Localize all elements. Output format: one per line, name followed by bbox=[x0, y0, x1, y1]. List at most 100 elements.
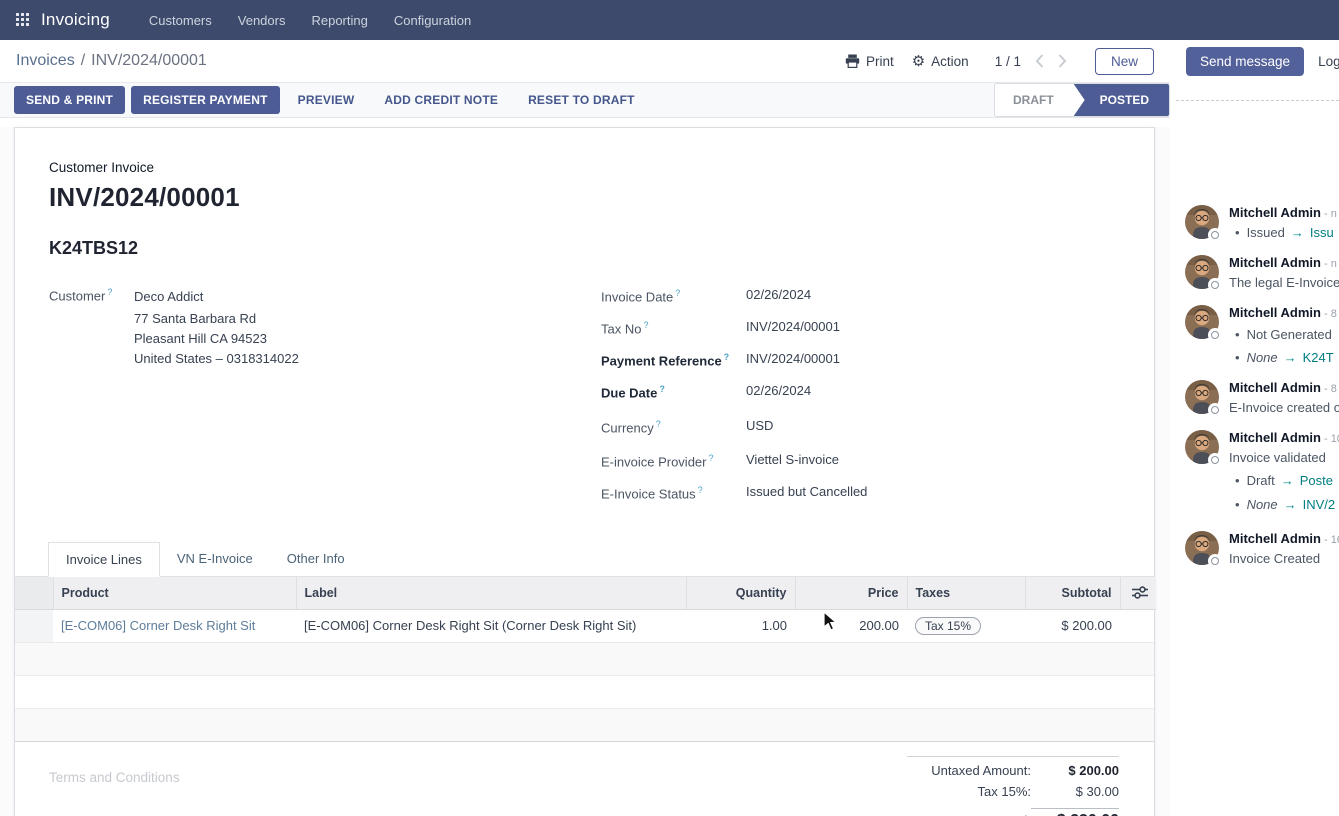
arrow-right-icon: → bbox=[1281, 473, 1294, 488]
line-price-cell[interactable]: 200.00 bbox=[795, 609, 907, 642]
tax-no-field[interactable]: INV/2024/00001 bbox=[746, 319, 840, 334]
invoice-form-sheet: Customer Invoice INV/2024/00001 K24TBS12… bbox=[14, 127, 1155, 816]
apps-grid-icon[interactable] bbox=[16, 13, 31, 28]
customer-name-link[interactable]: Deco Addict bbox=[134, 287, 299, 307]
action-label: Action bbox=[931, 54, 969, 69]
message-author[interactable]: Mitchell Admin bbox=[1229, 255, 1321, 270]
log-note-button[interactable]: Log note bbox=[1318, 54, 1339, 69]
message-author[interactable]: Mitchell Admin bbox=[1229, 380, 1321, 395]
pager-previous-button[interactable] bbox=[1035, 54, 1044, 68]
pager-count: 1 / 1 bbox=[995, 54, 1021, 69]
pager-next-button[interactable] bbox=[1058, 54, 1067, 68]
breadcrumb-current: INV/2024/00001 bbox=[91, 52, 207, 70]
line-label-cell[interactable]: [E-COM06] Corner Desk Right Sit (Corner … bbox=[296, 609, 686, 642]
user-status-icon bbox=[1208, 403, 1222, 416]
breadcrumb-invoices[interactable]: Invoices bbox=[16, 52, 75, 70]
message-author[interactable]: Mitchell Admin bbox=[1229, 531, 1321, 546]
currency-field[interactable]: USD bbox=[746, 418, 773, 433]
message-item: Mitchell Admin- 8 •Not Generated •None→K… bbox=[1185, 305, 1339, 366]
row-handle[interactable] bbox=[15, 609, 53, 642]
total-label: Total: bbox=[1000, 810, 1031, 816]
add-credit-note-button[interactable]: ADD CREDIT NOTE bbox=[372, 86, 510, 114]
message-text: Invoice validated bbox=[1229, 449, 1339, 466]
tab-vn-einvoice[interactable]: VN E-Invoice bbox=[160, 542, 270, 576]
column-header-product: Product bbox=[53, 577, 296, 609]
einvoice-status-field[interactable]: Issued but Cancelled bbox=[746, 484, 867, 499]
action-button[interactable]: ⚙ Action bbox=[912, 52, 969, 70]
state-draft[interactable]: DRAFT bbox=[995, 84, 1074, 116]
due-date-label: Due Date? bbox=[601, 383, 746, 400]
nav-menu-configuration[interactable]: Configuration bbox=[394, 13, 471, 28]
message-item: Mitchell Admin- 8 E-Invoice created o bbox=[1185, 380, 1339, 416]
user-status-icon bbox=[1208, 328, 1222, 342]
print-button[interactable]: Print bbox=[845, 54, 894, 69]
nav-menu-reporting[interactable]: Reporting bbox=[311, 13, 367, 28]
print-label: Print bbox=[866, 54, 894, 69]
message-author[interactable]: Mitchell Admin bbox=[1229, 305, 1321, 320]
message-author[interactable]: Mitchell Admin bbox=[1229, 430, 1321, 445]
new-button[interactable]: New bbox=[1095, 48, 1154, 75]
control-panel: Invoices / INV/2024/00001 Print ⚙ Action bbox=[0, 40, 1170, 83]
arrow-right-icon: → bbox=[1284, 350, 1297, 365]
message-author[interactable]: Mitchell Admin bbox=[1229, 205, 1321, 220]
help-icon: ? bbox=[656, 419, 661, 429]
invoice-number: INV/2024/00001 bbox=[49, 182, 1154, 213]
line-product-link[interactable]: [E-COM06] Corner Desk Right Sit bbox=[61, 618, 255, 633]
send-and-print-button[interactable]: SEND & PRINT bbox=[14, 86, 125, 114]
invoice-reference[interactable]: K24TBS12 bbox=[49, 238, 1154, 259]
tab-other-info[interactable]: Other Info bbox=[270, 542, 362, 576]
customer-label: Customer? bbox=[49, 287, 134, 516]
track-old: Issued bbox=[1247, 225, 1285, 240]
invoice-lines-table: Product Label Quantity Price Taxes Subto… bbox=[15, 577, 1156, 643]
tax-label: Tax 15%: bbox=[978, 784, 1031, 799]
empty-row bbox=[15, 643, 1154, 676]
einvoice-provider-field[interactable]: Viettel S-invoice bbox=[746, 452, 839, 467]
send-message-button[interactable]: Send message bbox=[1186, 47, 1304, 76]
invoice-line-row[interactable]: [E-COM06] Corner Desk Right Sit [E-COM06… bbox=[15, 609, 1156, 642]
message-time: - 16 bbox=[1324, 534, 1339, 546]
app-name[interactable]: Invoicing bbox=[41, 10, 110, 30]
tab-invoice-lines[interactable]: Invoice Lines bbox=[48, 542, 160, 577]
line-tax-badge[interactable]: Tax 15% bbox=[915, 617, 981, 635]
avatar bbox=[1185, 380, 1219, 414]
column-header-price: Price bbox=[795, 577, 907, 609]
column-header-subtotal: Subtotal bbox=[1025, 577, 1120, 609]
tax-no-label: Tax No? bbox=[601, 319, 746, 336]
reset-to-draft-button[interactable]: RESET TO DRAFT bbox=[516, 86, 647, 114]
einvoice-provider-label: E-invoice Provider? bbox=[601, 452, 746, 469]
message-list: Mitchell Admin- n •Issued→Issu Mitchell … bbox=[1170, 205, 1339, 567]
help-icon: ? bbox=[724, 352, 730, 362]
due-date-field[interactable]: 02/26/2024 bbox=[746, 383, 811, 398]
state-posted[interactable]: POSTED bbox=[1074, 84, 1169, 116]
total-value: $ 230.00 bbox=[1031, 808, 1119, 816]
currency-label: Currency? bbox=[601, 418, 746, 435]
payment-reference-label: Payment Reference? bbox=[601, 351, 746, 368]
invoice-date-field[interactable]: 02/26/2024 bbox=[746, 287, 811, 302]
terms-placeholder[interactable]: Terms and Conditions bbox=[15, 742, 180, 816]
message-time: - 8 bbox=[1324, 308, 1337, 320]
column-header-taxes: Taxes bbox=[907, 577, 1025, 609]
invoice-type-label: Customer Invoice bbox=[49, 160, 1154, 175]
message-item: Mitchell Admin- 16 Invoice Created bbox=[1185, 531, 1339, 567]
chatter-divider bbox=[1176, 100, 1339, 101]
bullet-icon: • bbox=[1235, 350, 1240, 365]
register-payment-button[interactable]: REGISTER PAYMENT bbox=[131, 86, 280, 114]
customer-address-line: Pleasant Hill CA 94523 bbox=[134, 329, 299, 349]
track-old: None bbox=[1247, 350, 1278, 365]
untaxed-amount-value: $ 200.00 bbox=[1031, 763, 1119, 778]
nav-menu-vendors[interactable]: Vendors bbox=[238, 13, 286, 28]
customer-address-line: 77 Santa Barbara Rd bbox=[134, 309, 299, 329]
preview-button[interactable]: PREVIEW bbox=[286, 86, 367, 114]
payment-reference-field[interactable]: INV/2024/00001 bbox=[746, 351, 840, 366]
user-status-icon bbox=[1208, 554, 1222, 567]
einvoice-status-label: E-Invoice Status? bbox=[601, 484, 746, 501]
line-quantity-cell[interactable]: 1.00 bbox=[686, 609, 795, 642]
nav-menu-customers[interactable]: Customers bbox=[149, 13, 212, 28]
message-item: Mitchell Admin- n The legal E-Invoice bbox=[1185, 255, 1339, 291]
message-item: Mitchell Admin- n •Issued→Issu bbox=[1185, 205, 1339, 241]
bullet-icon: • bbox=[1235, 497, 1240, 512]
avatar bbox=[1185, 255, 1219, 289]
avatar bbox=[1185, 430, 1219, 464]
state-widget: DRAFT POSTED bbox=[994, 83, 1170, 117]
optional-columns-icon[interactable] bbox=[1129, 586, 1149, 599]
